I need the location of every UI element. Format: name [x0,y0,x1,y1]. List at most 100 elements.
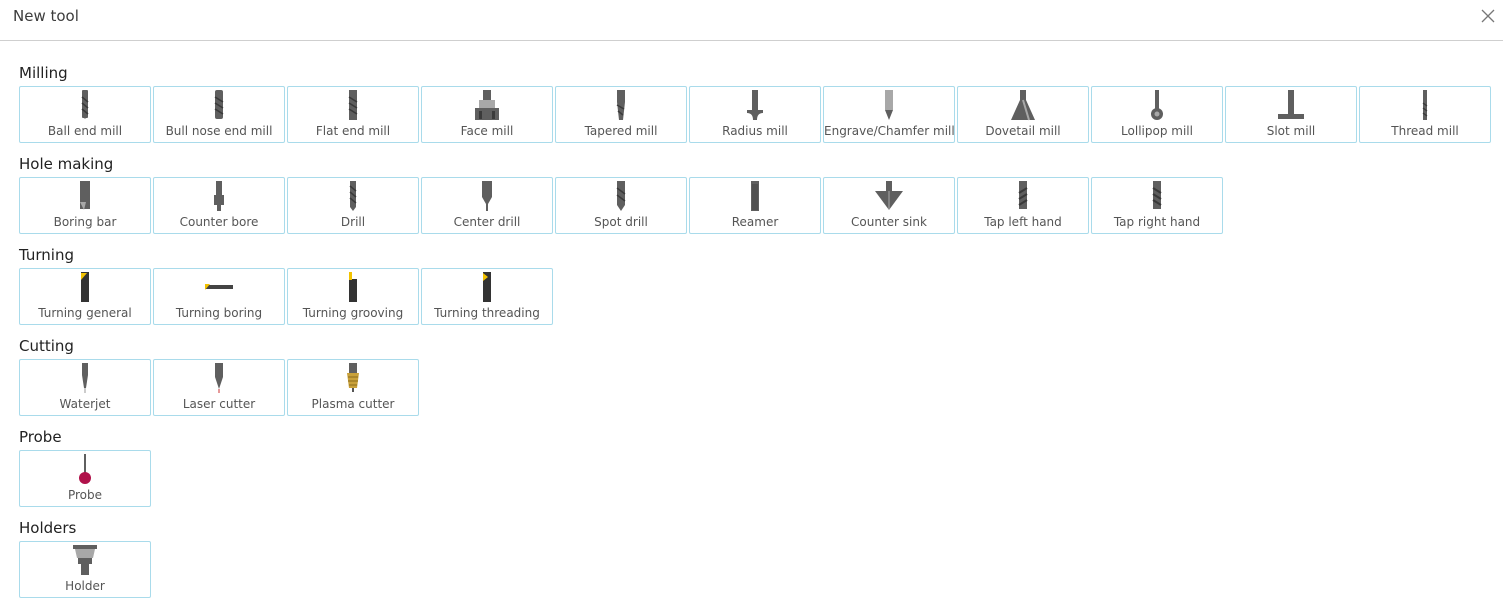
bull-nose-end-mill-icon [214,90,224,119]
tool-tile-boring-bar[interactable]: Boring bar [19,177,151,234]
tool-tile-tapered-mill[interactable]: Tapered mill [555,86,687,143]
tool-tile-center-drill[interactable]: Center drill [421,177,553,234]
tool-label: Tap left hand [984,215,1062,229]
section-title: Hole making [19,155,114,173]
tool-tile-turning-threading[interactable]: Turning threading [421,268,553,325]
counter-sink-icon [875,181,903,210]
section-milling: Milling Ball end mill Bull nose end mill Fl… [19,63,1499,154]
tool-label: Turning general [38,306,132,320]
tool-tile-counter-bore[interactable]: Counter bore [153,177,285,234]
tool-tile-turning-general[interactable]: Turning general [19,268,151,325]
section-probe: Probe Probe [19,427,1499,518]
tool-label: Thread mill [1391,124,1459,138]
turning-boring-icon [205,284,233,290]
turning-general-icon [81,272,89,302]
tapered-mill-icon [616,90,625,120]
tool-tile-tap-right-hand[interactable]: Tap right hand [1091,177,1223,234]
engrave-chamfer-mill-icon [885,90,893,120]
tool-label: Counter bore [179,215,259,229]
tool-row: Probe [19,450,1499,507]
tool-label: Bull nose end mill [165,124,273,138]
tool-label: Engrave/Chamfer mill [824,124,955,138]
boring-bar-icon [80,181,90,210]
turning-grooving-icon [349,272,357,302]
tool-catalog: Milling Ball end mill Bull nose end mill Fl… [19,63,1499,609]
tool-row: Turning general Turning boring Turning gro… [19,268,1499,325]
dovetail-mill-icon [1011,90,1035,121]
tool-label: Dovetail mill [985,124,1061,138]
tool-tile-laser-cutter[interactable]: Laser cutter [153,359,285,416]
tool-tile-thread-mill[interactable]: Thread mill [1359,86,1491,143]
section-hole-making: Hole making Boring bar Counter bore Drill Ce… [19,154,1499,245]
close-icon[interactable] [1481,9,1495,23]
section-title: Milling [19,64,68,82]
section-title: Turning [19,246,74,264]
spot-drill-icon [616,181,626,211]
section-cutting: Cutting Waterjet Laser cutter Plasma cutter [19,336,1499,427]
tool-label: Ball end mill [47,124,123,138]
section-holders: Holders Holder [19,518,1499,609]
tool-tile-bull-nose-end-mill[interactable]: Bull nose end mill [153,86,285,143]
counter-bore-icon [214,181,224,211]
tool-tile-reamer[interactable]: Reamer [689,177,821,234]
reamer-icon [751,181,759,211]
drill-icon [349,181,357,211]
tool-label: Slot mill [1266,124,1316,138]
tool-label: Lollipop mill [1121,124,1193,138]
tool-label: Plasma cutter [311,397,395,411]
tool-label: Tap right hand [1113,215,1201,229]
tool-tile-radius-mill[interactable]: Radius mill [689,86,821,143]
face-mill-icon [475,90,499,120]
tool-tile-flat-end-mill[interactable]: Flat end mill [287,86,419,143]
tool-tile-slot-mill[interactable]: Slot mill [1225,86,1357,143]
section-title: Probe [19,428,62,446]
tool-label: Flat end mill [315,124,391,138]
tool-tile-turning-grooving[interactable]: Turning grooving [287,268,419,325]
flat-end-mill-icon [348,90,358,120]
tool-tile-ball-end-mill[interactable]: Ball end mill [19,86,151,143]
tool-label: Turning grooving [302,306,404,320]
tool-tile-plasma-cutter[interactable]: Plasma cutter [287,359,419,416]
tool-row: Holder [19,541,1499,598]
probe-icon [79,454,91,484]
tool-label: Reamer [731,215,779,229]
tool-row: Boring bar Counter bore Drill Center drill S… [19,177,1499,234]
tool-row: Waterjet Laser cutter Plasma cutter [19,359,1499,416]
tool-label: Probe [67,488,103,502]
ball-end-mill-icon [81,90,89,119]
tool-label: Laser cutter [182,397,256,411]
tool-label: Counter sink [851,215,927,229]
tool-label: Boring bar [53,215,117,229]
radius-mill-icon [747,90,763,120]
tool-tile-probe[interactable]: Probe [19,450,151,507]
tool-label: Holder [65,579,105,593]
section-title: Cutting [19,337,74,355]
thread-mill-icon [1422,90,1428,120]
tool-tile-holder[interactable]: Holder [19,541,151,598]
holder-icon [73,545,97,575]
tool-tile-spot-drill[interactable]: Spot drill [555,177,687,234]
center-drill-icon [482,181,492,211]
lollipop-mill-icon [1151,90,1163,120]
tap-right-hand-icon [1152,181,1162,209]
tool-label: Waterjet [59,397,111,411]
tool-label: Radius mill [722,124,788,138]
tool-tile-turning-boring[interactable]: Turning boring [153,268,285,325]
turning-threading-icon [483,272,491,302]
tool-tile-lollipop-mill[interactable]: Lollipop mill [1091,86,1223,143]
tool-tile-face-mill[interactable]: Face mill [421,86,553,143]
tool-tile-tap-left-hand[interactable]: Tap left hand [957,177,1089,234]
dialog-header: New tool [0,0,1503,41]
tool-tile-dovetail-mill[interactable]: Dovetail mill [957,86,1089,143]
tool-tile-waterjet[interactable]: Waterjet [19,359,151,416]
section-title: Holders [19,519,77,537]
dialog-title: New tool [13,7,79,25]
tool-tile-counter-sink[interactable]: Counter sink [823,177,955,234]
laser-cutter-icon [215,363,223,393]
tool-label: Spot drill [594,215,648,229]
tool-tile-engrave-chamfer-mill[interactable]: Engrave/Chamfer mill [823,86,955,143]
plasma-cutter-icon [347,363,359,392]
tool-label: Center drill [453,215,521,229]
tool-label: Drill [340,215,366,229]
tool-tile-drill[interactable]: Drill [287,177,419,234]
